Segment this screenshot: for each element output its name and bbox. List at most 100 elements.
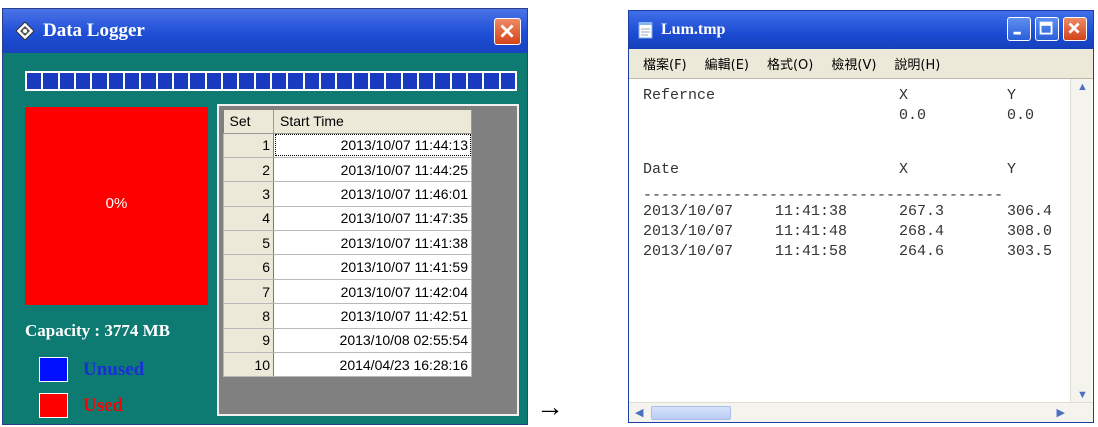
reference-label: Refernce [643,87,716,104]
menu-help[interactable]: 說明(H) [894,54,940,73]
set-number-cell[interactable]: 6 [223,254,274,280]
vertical-scrollbar[interactable]: ▲ ▼ [1070,79,1092,403]
menu-format[interactable]: 格式(O) [767,54,813,73]
set-number-cell[interactable]: 3 [223,181,274,207]
table-row[interactable]: 10 2014/04/23 16:28:16 [223,352,472,378]
menu-view[interactable]: 檢視(V) [831,54,876,73]
progress-segment [369,73,385,89]
start-time-cell[interactable]: 2013/10/07 11:46:01 [273,181,472,207]
progress-segment [337,73,352,89]
start-time-cell[interactable]: 2013/10/07 11:44:13 [273,132,472,158]
minimize-button[interactable] [1007,17,1031,41]
table-row[interactable]: 8 2013/10/07 11:42:51 [223,303,472,329]
row-y-value: 308.0 [1007,223,1053,240]
set-number-cell[interactable]: 5 [223,230,274,256]
maximize-button[interactable] [1035,17,1059,41]
text-area[interactable]: Refernce X Y 0.0 0.0 Date X Y ----------… [643,87,1063,397]
progress-segment [418,73,434,89]
progress-segment [43,73,58,89]
progress-segment [484,73,499,89]
notepad-titlebar[interactable]: Lum.tmp [629,11,1093,49]
horizontal-scroll-thumb[interactable] [651,406,731,420]
notepad-icon [638,22,653,39]
start-time-cell[interactable]: 2013/10/07 11:42:51 [273,303,472,329]
minimize-icon [1013,31,1021,35]
table-row[interactable]: 9 2013/10/08 02:55:54 [223,327,472,354]
reference-x-header: X [899,87,909,104]
progress-segment [124,73,140,89]
row-x-value: 267.3 [899,203,945,220]
close-button[interactable] [1063,17,1087,41]
set-number-cell[interactable]: 7 [223,278,274,305]
progress-segment [206,73,221,89]
set-number-cell[interactable]: 10 [223,352,274,378]
close-icon [1068,22,1080,34]
progress-segment [239,73,254,89]
table-header-row: Set Start Time [223,110,472,134]
row-x-value: 268.4 [899,223,945,240]
legend-used-label: Used [83,395,124,416]
progress-segment [173,73,189,89]
memory-progress-bar [25,71,517,91]
scroll-right-icon[interactable]: ▶ [1057,406,1065,419]
table-row[interactable]: 7 2013/10/07 11:42:04 [223,278,472,305]
right-arrow-icon: → [536,391,564,422]
start-time-cell[interactable]: 2013/10/08 02:55:54 [273,327,472,354]
scroll-up-icon[interactable]: ▲ [1077,81,1088,93]
data-logger-titlebar[interactable]: Data Logger [3,9,527,53]
table-row[interactable]: 6 2013/10/07 11:41:59 [223,254,472,280]
row-x-value: 264.6 [899,243,945,260]
table-row[interactable]: 4 2013/10/07 11:47:35 [223,205,472,232]
notepad-window: Lum.tmp 檔案(F) 編輯(E) 格式(O) 檢視(V) 說明(H) Re… [628,10,1094,423]
y-header: Y [1007,161,1017,178]
diamond-icon [15,21,35,41]
close-button[interactable] [494,18,521,45]
used-percent-label: 0% [105,195,128,212]
progress-segment [75,73,91,89]
progress-segment [157,73,172,89]
set-number-cell[interactable]: 9 [223,327,274,354]
column-header-start-time[interactable]: Start Time [273,110,472,134]
row-date-value: 2013/10/07 [643,243,734,260]
window-title: Lum.tmp [661,21,726,38]
table-row[interactable]: 5 2013/10/07 11:41:38 [223,230,472,256]
set-number-cell[interactable]: 4 [223,205,274,232]
row-time-value: 11:41:58 [775,243,848,260]
legend-unused-swatch [39,357,68,382]
scroll-down-icon[interactable]: ▼ [1077,389,1088,401]
start-time-cell[interactable]: 2013/10/07 11:44:25 [273,156,472,183]
progress-segment [304,73,319,89]
set-number-cell[interactable]: 2 [223,156,274,183]
row-time-value: 11:41:48 [775,223,848,240]
table-row[interactable]: 2 2013/10/07 11:44:25 [223,156,472,183]
progress-segment [353,73,368,89]
table-row[interactable]: 3 2013/10/07 11:46:01 [223,181,472,207]
progress-segment [108,73,123,89]
start-time-cell[interactable]: 2013/10/07 11:41:38 [273,230,472,256]
start-time-cell[interactable]: 2014/04/23 16:28:16 [273,352,472,378]
legend-used-swatch [39,393,68,418]
progress-segment [271,73,287,89]
progress-segment [467,73,483,89]
menu-edit[interactable]: 編輯(E) [705,54,749,73]
row-y-value: 306.4 [1007,203,1053,220]
start-time-cell[interactable]: 2013/10/07 11:41:59 [273,254,472,280]
row-date-value: 2013/10/07 [643,203,734,220]
set-number-cell[interactable]: 8 [223,303,274,329]
column-header-set[interactable]: Set [223,110,274,134]
date-header: Date [643,161,680,178]
progress-segment [451,73,466,89]
scroll-left-icon[interactable]: ◀ [635,406,643,419]
start-time-cell[interactable]: 2013/10/07 11:47:35 [273,205,472,232]
menu-file[interactable]: 檔案(F) [643,54,687,73]
window-title: Data Logger [43,20,145,41]
horizontal-scrollbar[interactable]: ◀ ▶ [629,402,1093,422]
progress-segment [320,73,336,89]
start-time-cell[interactable]: 2013/10/07 11:42:04 [273,278,472,305]
row-y-value: 303.5 [1007,243,1053,260]
sets-table: Set Start Time 1 2013/10/07 11:44:13 2 2013… [223,110,472,378]
progress-segment [27,73,42,89]
progress-segment [92,73,107,89]
table-row[interactable]: 1 2013/10/07 11:44:13 [223,132,472,158]
set-number-cell[interactable]: 1 [223,132,274,158]
